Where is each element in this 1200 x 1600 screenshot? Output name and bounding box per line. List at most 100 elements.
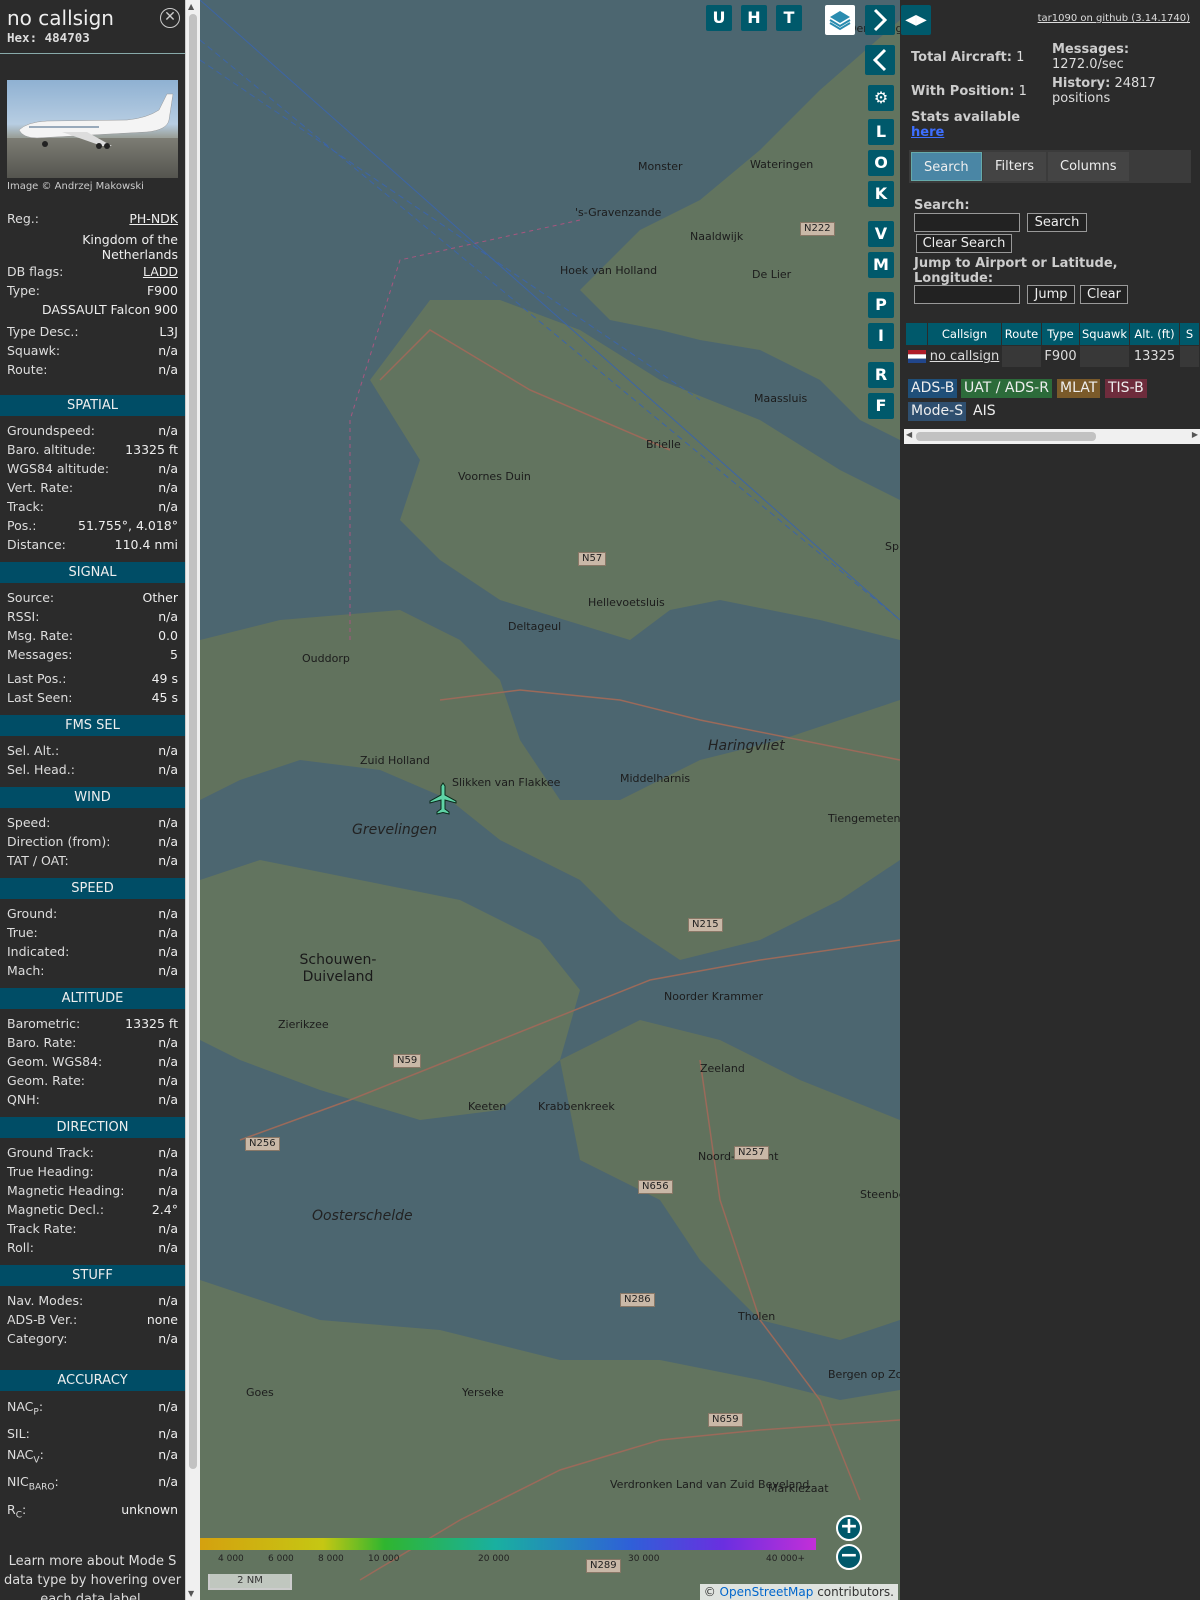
chevron-left-icon[interactable] [865,45,895,75]
column-header-speed[interactable]: S [1180,323,1200,345]
chevron-right-icon[interactable] [865,5,895,35]
info-row-label[interactable]: Direction (from): [7,832,111,851]
info-row-label[interactable]: Baro. Rate: [7,1033,76,1052]
plus-icon[interactable]: + [836,1515,862,1541]
column-header-squawk[interactable]: Squawk [1080,323,1130,345]
tab-search[interactable]: Search [911,152,982,181]
toggle-f-button[interactable]: F [868,393,894,419]
info-row-label[interactable]: True Heading: [7,1162,94,1181]
section-header-spatial: SPATIAL [0,395,185,416]
info-row-label[interactable]: QNH: [7,1090,40,1109]
info-row-value: 13325 ft [125,442,178,457]
info-row-label[interactable]: Geom. Rate: [7,1071,85,1090]
info-row-label[interactable]: Roll: [7,1238,34,1257]
toggle-v-button[interactable]: V [868,221,894,247]
altitude-scale-label: 10 000 [368,1554,400,1564]
minus-icon[interactable]: − [836,1544,862,1570]
info-row-label[interactable]: Geom. WGS84: [7,1052,102,1071]
map-view[interactable]: Den HaagMonsterWateringen's-GravenzandeN… [200,0,900,1600]
road-shield: N656 [638,1180,673,1194]
info-row-label[interactable]: Magnetic Decl.: [7,1200,104,1219]
tab-filters[interactable]: Filters [983,152,1046,181]
toggle-p-button[interactable]: P [868,292,894,318]
map-place-label: Yerseke [462,1386,504,1399]
info-row-label[interactable]: Last Pos.: [7,669,66,688]
map-place-label: 's-Gravenzande [575,206,662,219]
column-header-callsign[interactable]: Callsign [928,323,1002,345]
toggle-r-button[interactable]: R [868,362,894,388]
info-row-label[interactable]: Ground: [7,904,57,923]
table-header: Callsign Route Type Squawk Alt. (ft) S [906,323,1200,345]
toggle-o-button[interactable]: O [868,150,894,176]
table-row[interactable]: no callsign F900 13325 [906,346,1200,367]
row-callsign[interactable]: no callsign [928,346,1002,367]
db-flags-link[interactable]: LADD [143,262,178,281]
source-chip-adsb: ADS-B [908,379,958,398]
info-row-label[interactable]: True: [7,923,38,942]
selected-hex: Hex: 484703 [7,30,90,45]
aircraft-photo[interactable] [7,80,178,178]
info-row-label[interactable]: Ground Track: [7,1143,94,1162]
info-row-label[interactable]: Speed: [7,813,50,832]
airplane-icon[interactable] [428,782,458,816]
jump-input[interactable] [914,285,1020,304]
info-row-label[interactable]: TAT / OAT: [7,851,69,870]
info-row: True Heading: n/a [7,1162,178,1181]
info-row-label[interactable]: Sel. Head.: [7,760,75,779]
jump-button[interactable]: Jump [1027,285,1075,304]
info-row-label[interactable]: Nav. Modes: [7,1291,83,1310]
layers-icon[interactable] [825,5,855,35]
close-icon[interactable]: ✕ [160,8,180,28]
column-header-route[interactable]: Route [1002,323,1042,345]
info-row-label[interactable]: Track: [7,497,44,516]
info-row-value: n/a [158,609,178,624]
info-row-label[interactable]: Barometric: [7,1014,80,1033]
info-row-label[interactable]: ADS-B Ver.: [7,1310,77,1329]
info-row-label[interactable]: Source: [7,588,54,607]
search-input[interactable] [914,213,1020,232]
info-row-value: n/a [158,853,178,868]
info-row-label[interactable]: Indicated: [7,942,69,961]
registration-link[interactable]: PH-NDK [129,209,178,228]
info-row: Sel. Head.: n/a [7,760,178,779]
expand-arrows-icon[interactable]: ◀▶ [901,5,931,35]
toggle-l-button[interactable]: L [868,119,894,145]
info-row-label[interactable]: Baro. altitude: [7,440,96,459]
info-panel-scrollbar[interactable]: ▲ ▼ [185,0,200,1600]
map-place-label: Tholen [738,1310,776,1323]
info-row-label[interactable]: Distance: [7,535,66,554]
info-row-label[interactable]: Messages: [7,645,73,664]
table-horizontal-scrollbar[interactable]: ◀ ▶ [904,429,1200,444]
toggle-t-button[interactable]: T [776,5,802,31]
info-row-label[interactable]: Magnetic Heading: [7,1181,124,1200]
search-button[interactable]: Search [1027,213,1087,232]
gear-icon[interactable]: ⚙ [868,85,894,111]
clear-button[interactable]: Clear [1080,285,1128,304]
info-row-label[interactable]: Sel. Alt.: [7,741,59,760]
info-row-label[interactable]: Groundspeed: [7,421,95,440]
column-header-altitude[interactable]: Alt. (ft) [1130,323,1180,345]
info-row-label[interactable]: Vert. Rate: [7,478,73,497]
info-row-label[interactable]: Msg. Rate: [7,626,73,645]
column-header-type[interactable]: Type [1042,323,1080,345]
clear-search-button[interactable]: Clear Search [916,234,1012,253]
github-link[interactable]: tar1090 on github (3.14.1740) [1038,13,1190,24]
tab-columns[interactable]: Columns [1048,152,1129,181]
toggle-h-button[interactable]: H [741,5,767,31]
map-place-label: Hellevoetsluis [588,596,665,609]
info-row-label[interactable]: Mach: [7,961,44,980]
toggle-k-button[interactable]: K [868,181,894,207]
toggle-u-button[interactable]: U [706,5,732,31]
info-row: Geom. WGS84: n/a [7,1052,178,1071]
info-row-label[interactable]: Last Seen: [7,688,72,707]
info-row-label[interactable]: Track Rate: [7,1219,77,1238]
info-row-label[interactable]: WGS84 altitude: [7,459,109,478]
nacp-value: n/a [158,1399,178,1414]
info-row-label[interactable]: Category: [7,1329,67,1348]
info-row-label[interactable]: RSSI: [7,607,39,626]
info-row-label[interactable]: Pos.: [7,516,36,535]
stats-link[interactable]: here [911,125,944,140]
toggle-m-button[interactable]: M [868,252,894,278]
toggle-i-button[interactable]: I [868,323,894,349]
osm-link[interactable]: OpenStreetMap [720,1585,814,1599]
